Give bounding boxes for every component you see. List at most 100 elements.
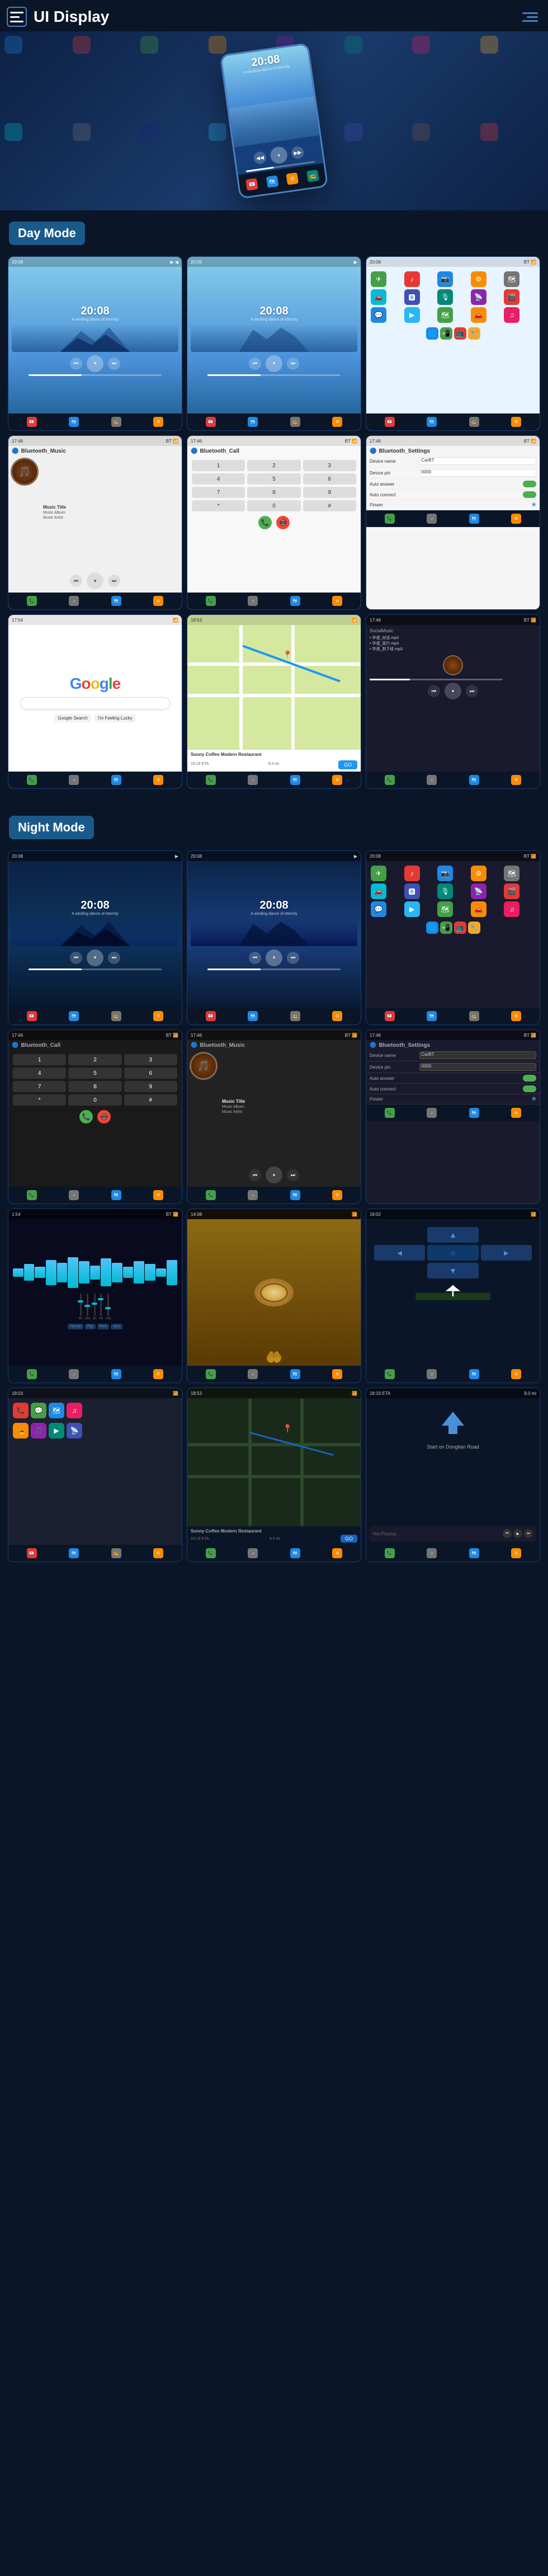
night-next-2[interactable]: ⏭ — [287, 952, 299, 964]
nav-arrow-up[interactable]: ▲ — [427, 1227, 478, 1243]
social-prev[interactable]: ⏮ — [428, 685, 440, 697]
night-app-11[interactable]: 💬 — [371, 901, 386, 917]
night-prev-2[interactable]: ⏮ — [249, 952, 261, 964]
app-video[interactable]: 🎬 — [504, 289, 519, 305]
night-app2-2[interactable]: 💬 — [31, 1403, 46, 1418]
day-bt-prev[interactable]: ⏮ — [70, 575, 82, 587]
dial-8[interactable]: 8 — [247, 487, 300, 498]
night-app-2[interactable]: ♪ — [404, 866, 420, 881]
night-dock-1[interactable]: 🌐 — [426, 922, 438, 934]
night-app-7[interactable]: 🅱 — [404, 883, 420, 899]
night-app2-5[interactable]: 📻 — [13, 1423, 29, 1439]
night-app-3[interactable]: 📷 — [437, 866, 453, 881]
app-cast[interactable]: 📡 — [471, 289, 486, 305]
hangup-btn[interactable]: 📵 — [276, 516, 290, 529]
google-lucky-btn[interactable]: I'm Feeling Lucky — [95, 714, 136, 722]
day-bt-next[interactable]: ⏭ — [108, 575, 120, 587]
app-music[interactable]: ♪ — [404, 271, 420, 287]
dial-3[interactable]: 3 — [303, 460, 356, 471]
app-bt[interactable]: 🅱 — [404, 289, 420, 305]
night-app-9[interactable]: 📡 — [471, 883, 486, 899]
night-dial-5[interactable]: 5 — [68, 1068, 121, 1079]
dial-6[interactable]: 6 — [303, 473, 356, 485]
app-photos[interactable]: 📷 — [437, 271, 453, 287]
dial-2[interactable]: 2 — [247, 460, 300, 471]
night-app2-6[interactable]: 🎵 — [31, 1423, 46, 1439]
dial-5[interactable]: 5 — [247, 473, 300, 485]
day-play-2[interactable]: ⏸ — [266, 355, 282, 372]
app-msg[interactable]: 💬 — [371, 307, 386, 323]
device-name-input[interactable]: CarBT — [419, 457, 536, 465]
day-next-2[interactable]: ⏭ — [287, 358, 299, 370]
night-call-btn[interactable]: 📞 — [79, 1110, 93, 1124]
night-tbt-prev[interactable]: ⏮ — [503, 1529, 512, 1538]
social-play[interactable]: ⏸ — [445, 683, 461, 699]
night-app-13[interactable]: 🗺 — [437, 901, 453, 917]
night-app-12[interactable]: ▶ — [404, 901, 420, 917]
night-app2-3[interactable]: 🗺 — [49, 1403, 64, 1418]
dial-star[interactable]: * — [192, 500, 245, 511]
next-btn[interactable]: ▶▶ — [291, 145, 305, 159]
night-hangup-btn[interactable]: 📵 — [97, 1110, 111, 1124]
app-car[interactable]: 🚗 — [471, 307, 486, 323]
day-prev-1[interactable]: ⏮ — [70, 358, 82, 370]
app-settings[interactable]: ⚙ — [471, 271, 486, 287]
night-bt-play[interactable]: ⏸ — [266, 1167, 282, 1183]
night-dial-0[interactable]: 0 — [68, 1094, 121, 1106]
eq-preset-jazz[interactable]: Jazz — [111, 1324, 122, 1329]
auto-answer-toggle[interactable] — [523, 481, 536, 487]
nav-arrow-left[interactable]: ◄ — [374, 1245, 425, 1261]
night-dial-hash[interactable]: # — [124, 1094, 177, 1106]
night-app-6[interactable]: 🚗 — [371, 883, 386, 899]
night-dial-star[interactable]: * — [13, 1094, 66, 1106]
app-spotify[interactable]: ♫ — [504, 307, 519, 323]
day-prev-2[interactable]: ⏮ — [249, 358, 261, 370]
night-bt-prev[interactable]: ⏮ — [249, 1169, 261, 1181]
night-tbt-next[interactable]: ⏭ — [524, 1529, 533, 1538]
night-dial-9[interactable]: 9 — [124, 1081, 177, 1092]
night-app2-4[interactable]: ♫ — [67, 1403, 82, 1418]
dock-icon-3[interactable]: 📺 — [454, 327, 466, 340]
app-drive[interactable]: 🚗 — [371, 289, 386, 305]
map-go-btn[interactable]: GO — [338, 760, 357, 769]
night-app2-7[interactable]: ▶ — [49, 1423, 64, 1439]
night-next-1[interactable]: ⏭ — [108, 952, 120, 964]
app-telegram[interactable]: ✈ — [371, 271, 386, 287]
night-dial-3[interactable]: 3 — [124, 1054, 177, 1065]
app-mic[interactable]: 🎙 — [437, 289, 453, 305]
night-dock-2[interactable]: 📲 — [440, 922, 452, 934]
day-bt-play[interactable]: ⏸ — [87, 572, 103, 589]
night-app-10[interactable]: 🎬 — [504, 883, 519, 899]
eq-preset-rock[interactable]: Rock — [97, 1324, 110, 1329]
dial-7[interactable]: 7 — [192, 487, 245, 498]
night-dial-8[interactable]: 8 — [68, 1081, 121, 1092]
day-next-1[interactable]: ⏭ — [108, 358, 120, 370]
app-waze[interactable]: 🗺 — [504, 271, 519, 287]
night-device-pin-input[interactable]: 0000 — [419, 1063, 536, 1071]
google-search-btn[interactable]: Google Search — [54, 714, 91, 722]
eq-preset-pop[interactable]: Pop — [85, 1324, 96, 1329]
night-dial-6[interactable]: 6 — [124, 1068, 177, 1079]
day-play-1[interactable]: ⏸ — [87, 355, 103, 372]
nav-arrow-right[interactable]: ► — [481, 1245, 532, 1261]
night-app-5[interactable]: 🗺 — [504, 866, 519, 881]
call-btn[interactable]: 📞 — [258, 516, 272, 529]
dial-1[interactable]: 1 — [192, 460, 245, 471]
night-dial-4[interactable]: 4 — [13, 1068, 66, 1079]
night-dial-1[interactable]: 1 — [13, 1054, 66, 1065]
night-play-2[interactable]: ⏸ — [266, 949, 282, 966]
device-pin-input[interactable]: 0000 — [419, 469, 536, 477]
night-device-name-input[interactable]: CarBT — [419, 1051, 536, 1059]
night-auto-connect-toggle[interactable] — [523, 1085, 536, 1092]
night-map-go-btn[interactable]: GO — [341, 1535, 357, 1543]
social-next[interactable]: ⏭ — [466, 685, 478, 697]
night-app-1[interactable]: ✈ — [371, 866, 386, 881]
night-dock-4[interactable]: 🔧 — [468, 922, 480, 934]
night-app-14[interactable]: 🚗 — [471, 901, 486, 917]
dock-icon-4[interactable]: 🔧 — [468, 327, 480, 340]
dial-hash[interactable]: # — [303, 500, 356, 511]
google-search-bar[interactable] — [20, 697, 170, 709]
app-maps[interactable]: 🗺 — [437, 307, 453, 323]
night-prev-1[interactable]: ⏮ — [70, 952, 82, 964]
prev-btn[interactable]: ◀◀ — [253, 151, 267, 165]
